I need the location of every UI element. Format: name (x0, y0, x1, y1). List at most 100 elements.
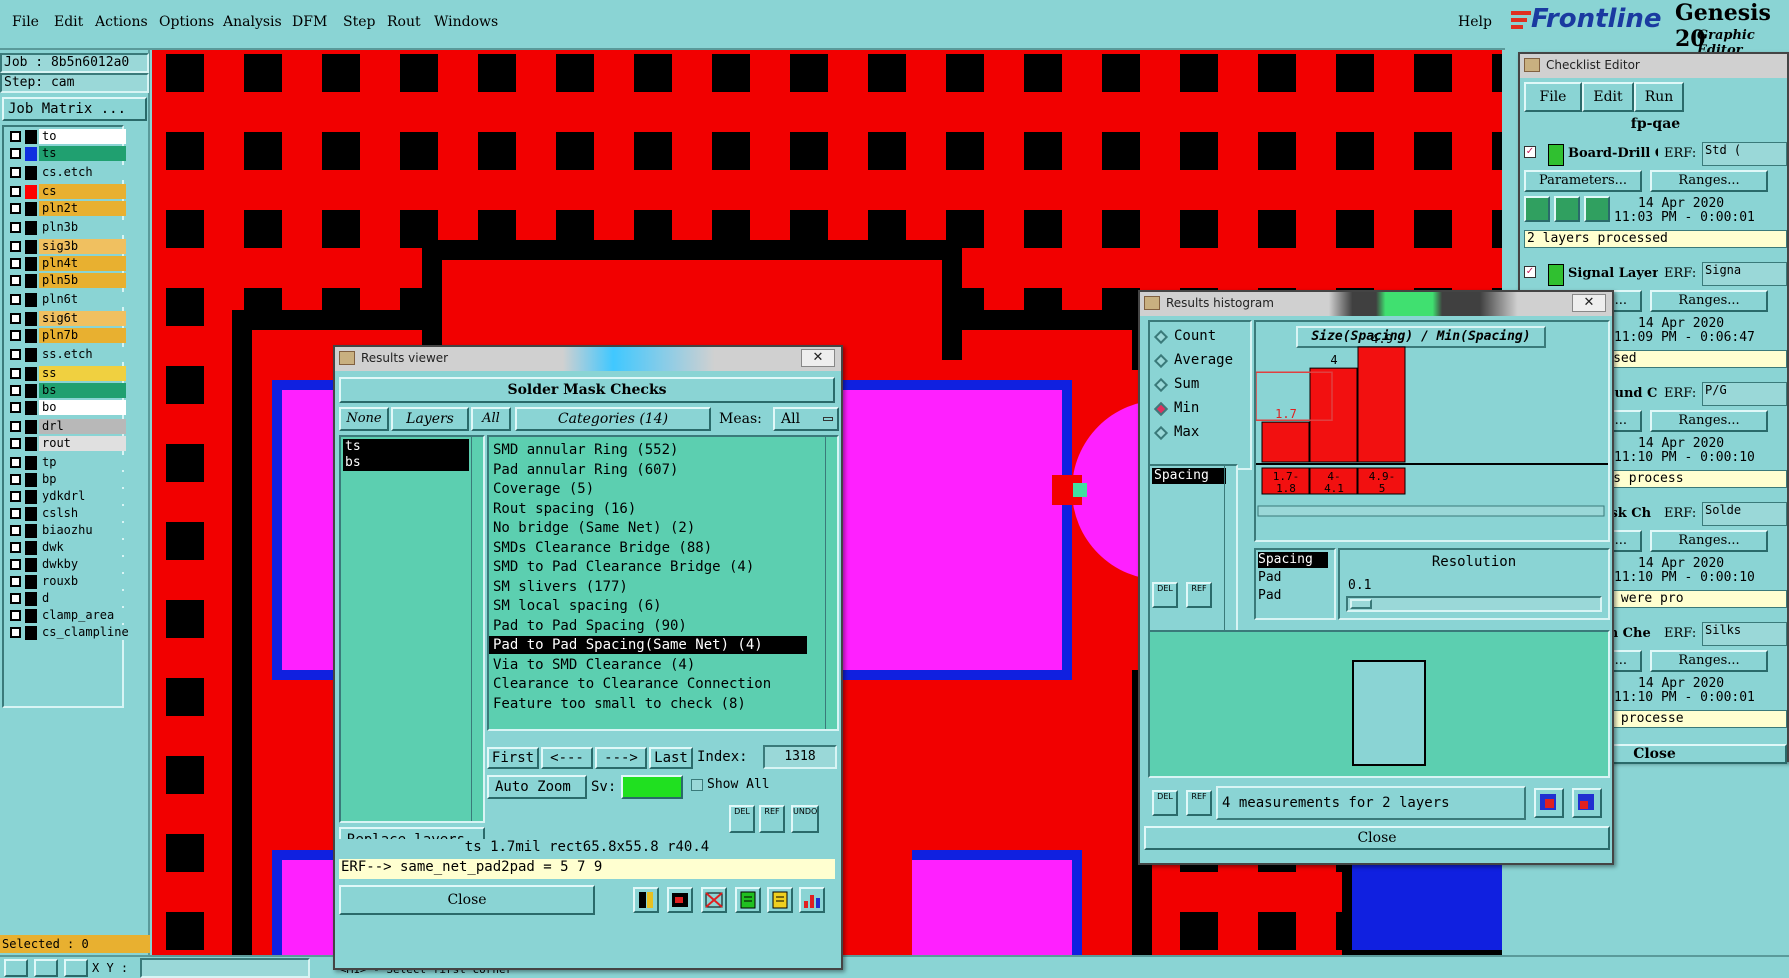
window-menu-icon[interactable] (1144, 296, 1160, 310)
layer-label[interactable]: dwkby (39, 557, 126, 572)
prev-button[interactable]: <--- (541, 747, 593, 769)
layer-checkbox[interactable] (10, 402, 21, 413)
layer-checkbox[interactable] (10, 203, 21, 214)
hist-del-icon-2[interactable]: DEL (1152, 790, 1178, 816)
layer-label[interactable]: biaozhu (39, 523, 126, 538)
first-button[interactable]: First (487, 747, 539, 769)
layer-row-ydkdrl[interactable]: ydkdrl (8, 489, 126, 505)
layer-checkbox[interactable] (10, 610, 21, 621)
notes-tool-icon[interactable] (767, 887, 793, 913)
layer-label[interactable]: cs.etch (39, 165, 126, 180)
layer-label[interactable]: rout (39, 436, 126, 451)
layer-label[interactable]: sig3b (39, 239, 126, 254)
ranges-button[interactable]: Ranges... (1650, 410, 1768, 432)
category-item[interactable]: Pad annular Ring (607) (489, 461, 678, 479)
layer-row-pln6t[interactable]: pln6t (8, 292, 126, 308)
undo-icon[interactable]: UNDO (791, 805, 819, 833)
layer-checkbox[interactable] (10, 148, 21, 159)
layer-result-ts[interactable]: ts (343, 439, 469, 455)
layer-row-ss[interactable]: ss (8, 366, 126, 382)
category-item[interactable]: Coverage (5) (489, 480, 594, 498)
del-icon[interactable]: DEL (729, 805, 755, 833)
histogram-bar[interactable] (1309, 367, 1358, 463)
menu-windows[interactable]: Windows (434, 14, 498, 30)
layer-checkbox[interactable] (10, 438, 21, 449)
type-item-spacing[interactable]: Spacing (1258, 552, 1328, 568)
menu-file[interactable]: File (12, 14, 39, 30)
layer-row-bs[interactable]: bs (8, 383, 126, 399)
layer-label[interactable]: to (39, 129, 126, 144)
index-field[interactable]: 1318 (763, 745, 837, 769)
close-icon[interactable]: ✕ (1572, 294, 1606, 312)
layer-row-to[interactable]: to (8, 129, 126, 145)
stat-option-max[interactable]: Max (1153, 424, 1250, 444)
layer-list-scrollbar[interactable] (471, 437, 483, 821)
run-icon[interactable] (1554, 196, 1580, 222)
screen-tool-icon[interactable] (667, 887, 693, 913)
layer-row-cs_clampline[interactable]: cs_clampline (8, 625, 129, 641)
histogram-close-button[interactable]: Close (1144, 826, 1610, 850)
layer-checkbox[interactable] (10, 421, 21, 432)
category-item[interactable]: Rout spacing (16) (489, 500, 636, 518)
layer-label[interactable]: tp (39, 455, 126, 470)
stat-option-sum[interactable]: Sum (1153, 376, 1250, 396)
histogram-bar[interactable] (1261, 421, 1310, 463)
layer-label[interactable]: pln4t (39, 256, 126, 271)
menu-edit[interactable]: Edit (54, 14, 83, 30)
layer-row-rout[interactable]: rout (8, 436, 126, 452)
parameters-button[interactable]: Parameters... (1524, 170, 1642, 192)
category-item[interactable]: Pad to Pad Spacing(Same Net) (4) (489, 636, 807, 654)
category-item[interactable]: SMDs Clearance Bridge (88) (489, 539, 712, 557)
category-item[interactable]: Pad to Pad Spacing (90) (489, 617, 687, 635)
layer-row-pln3b[interactable]: pln3b (8, 220, 126, 236)
erf-field[interactable]: P/G (1702, 382, 1787, 406)
radio-icon[interactable] (1153, 401, 1169, 417)
layer-row-pln2t[interactable]: pln2t (8, 201, 126, 217)
next-button[interactable]: ---> (595, 747, 647, 769)
layers-button[interactable]: Layers (391, 407, 469, 431)
stat-option-average[interactable]: Average (1153, 352, 1250, 372)
layer-checkbox[interactable] (10, 368, 21, 379)
layer-checkbox[interactable] (10, 508, 21, 519)
layer-row-rouxb[interactable]: rouxb (8, 574, 126, 590)
layer-row-tp[interactable]: tp (8, 455, 126, 471)
layer-checkbox[interactable] (10, 593, 21, 604)
layer-row-cs[interactable]: cs (8, 184, 126, 200)
layer-checkbox[interactable] (10, 542, 21, 553)
layer-row-bp[interactable]: bp (8, 472, 126, 488)
results-close-button[interactable]: Close (339, 885, 595, 915)
menu-help[interactable]: Help (1458, 14, 1492, 30)
close-icon[interactable]: ✕ (801, 349, 835, 367)
layer-label[interactable]: ss (39, 366, 126, 381)
run-icon[interactable] (1524, 196, 1550, 222)
layer-row-drl[interactable]: drl (8, 419, 126, 435)
layer-row-pln5b[interactable]: pln5b (8, 273, 126, 289)
categories-button[interactable]: Categories (14) (515, 407, 711, 431)
ranges-button[interactable]: Ranges... (1650, 170, 1768, 192)
check-icon[interactable]: ✓ (1524, 266, 1536, 278)
layer-results-list[interactable]: ts bs (339, 435, 485, 823)
layer-row-sig3b[interactable]: sig3b (8, 239, 126, 255)
menu-actions[interactable]: Actions (95, 14, 148, 30)
histogram-tool-icon[interactable] (799, 887, 825, 913)
layer-checkbox[interactable] (10, 330, 21, 341)
layer-checkbox[interactable] (10, 258, 21, 269)
window-menu-icon[interactable] (339, 351, 355, 365)
layer-label[interactable]: pln2t (39, 201, 126, 216)
layer-checkbox[interactable] (10, 275, 21, 286)
category-item[interactable]: Via to SMD Clearance (4) (489, 656, 695, 674)
layer-row-d[interactable]: d (8, 591, 126, 607)
menu-rout[interactable]: Rout (387, 14, 421, 30)
ref-icon[interactable]: REF (759, 805, 785, 833)
layer-label[interactable]: cs (39, 184, 126, 199)
menu-options[interactable]: Options (159, 14, 214, 30)
clear-tool-icon[interactable] (701, 887, 727, 913)
hist-del-icon[interactable]: DEL (1152, 582, 1178, 608)
layer-row-ts[interactable]: ts (8, 146, 126, 162)
layer-checkbox[interactable] (10, 222, 21, 233)
checklist-menu-file[interactable]: File (1524, 82, 1582, 112)
measure-tool-icon[interactable] (34, 959, 58, 977)
layer-label[interactable]: dwk (39, 540, 126, 555)
auto-zoom-dropdown[interactable]: Auto Zoom (487, 775, 587, 799)
layer-checkbox[interactable] (10, 491, 21, 502)
